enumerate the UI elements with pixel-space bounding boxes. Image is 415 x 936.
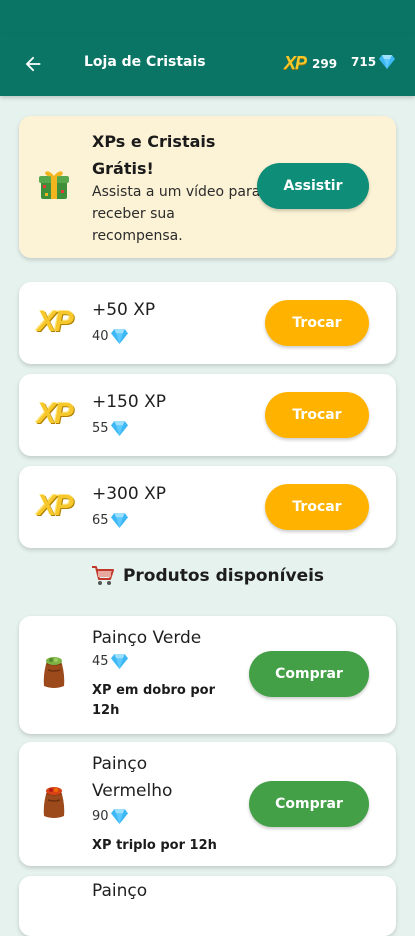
xp-offer-title: +150 XP (92, 392, 166, 412)
xp-logo-icon: XP (37, 306, 74, 338)
diamond-icon (110, 421, 128, 436)
xp-balance: XP 299 (284, 53, 337, 74)
xp-logo-icon: XP (37, 398, 74, 430)
xp-logo-icon: XP (284, 53, 307, 73)
xp-offer-price: 65 (92, 513, 128, 528)
xp-logo-icon: XP (37, 490, 74, 522)
xp-offer-price: 40 (92, 329, 128, 344)
trade-button[interactable]: Trocar (265, 484, 369, 530)
arrow-left-icon (25, 56, 41, 72)
diamond-icon (110, 654, 128, 669)
page-title: Loja de Cristais (84, 54, 206, 70)
xp-offer-title: +300 XP (92, 484, 166, 504)
diamond-icon (110, 809, 128, 824)
status-bar (0, 0, 415, 34)
diamond-icon (110, 329, 128, 344)
app-bar: Loja de Cristais XP 299 715 (0, 34, 415, 96)
gem-value: 715 (351, 55, 377, 69)
xp-value: 299 (312, 56, 338, 71)
back-button[interactable] (20, 51, 46, 77)
section-title: Produtos disponíveis (122, 566, 325, 586)
promo-title: XPs e Cristais Grátis! (92, 132, 216, 178)
price-value: 40 (92, 329, 109, 344)
product-name: Painço (92, 881, 148, 901)
price-value: 90 (92, 809, 109, 824)
shopping-cart-icon (91, 566, 114, 585)
buy-button[interactable]: Comprar (249, 781, 369, 827)
product-name: Painço Vermelho (92, 754, 173, 801)
product-price: 90 (92, 809, 128, 824)
product-name: Painço Verde (92, 628, 202, 648)
promo-description: Assista a um vídeo para receber sua reco… (92, 184, 261, 244)
buy-button[interactable]: Comprar (249, 651, 369, 697)
red-seed-bag-icon (39, 786, 69, 825)
xp-offer-title: +50 XP (92, 300, 156, 320)
xp-offer-card: XP +50 XP 40 Trocar (19, 282, 396, 364)
product-benefit: XP em dobro por 12h (92, 683, 216, 718)
price-value: 45 (92, 654, 109, 669)
product-card: Painço Verde 45 XP em dobro por 12h Comp… (19, 616, 396, 734)
free-rewards-card: XPs e Cristais Grátis! Assista a um víde… (19, 116, 396, 258)
diamond-icon (379, 55, 396, 69)
diamond-icon (110, 513, 128, 528)
products-heading: Produtos disponíveis (0, 565, 415, 587)
watch-video-button[interactable]: Assistir (257, 163, 369, 209)
xp-offer-card: XP +300 XP 65 Trocar (19, 466, 396, 548)
gem-balance: 715 (351, 55, 396, 69)
gift-icon (39, 168, 69, 205)
price-value: 65 (92, 513, 109, 528)
product-card: Painço Vermelho 90 XP triplo por 12h Com… (19, 742, 396, 866)
trade-button[interactable]: Trocar (265, 392, 369, 438)
xp-offer-card: XP +150 XP 55 Trocar (19, 374, 396, 456)
product-card: Painço (19, 876, 396, 936)
product-price: 45 (92, 654, 128, 669)
price-value: 55 (92, 421, 109, 436)
xp-offer-price: 55 (92, 421, 128, 436)
product-benefit: XP triplo por 12h (92, 838, 217, 853)
trade-button[interactable]: Trocar (265, 300, 369, 346)
green-seed-bag-icon (39, 656, 69, 695)
